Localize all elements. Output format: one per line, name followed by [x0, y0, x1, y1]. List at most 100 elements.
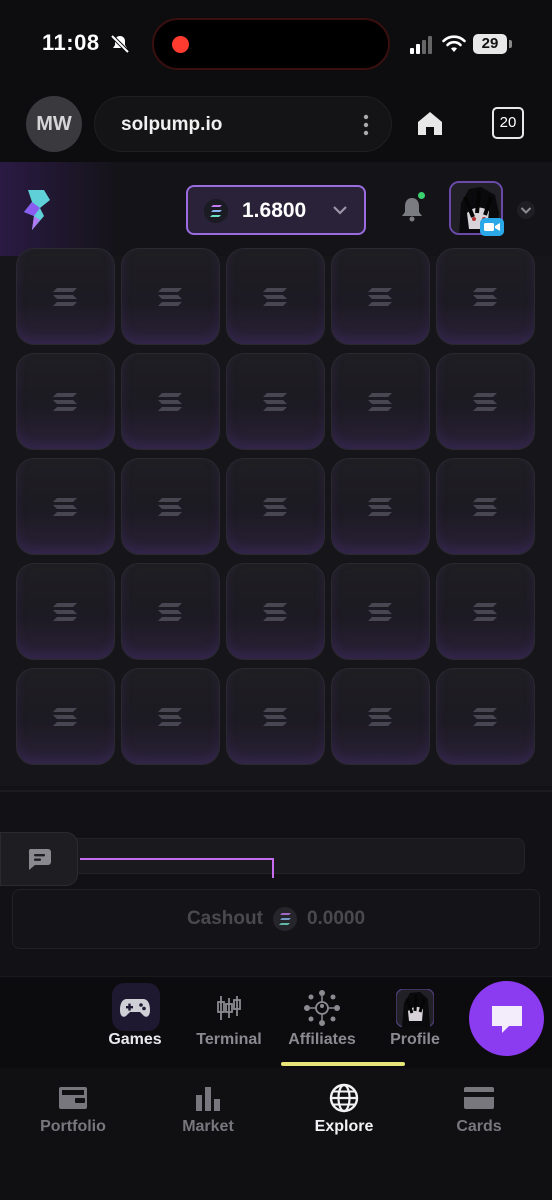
- mine-tile[interactable]: [331, 248, 430, 345]
- url-text: solpump.io: [121, 114, 223, 135]
- chat-toggle-button[interactable]: [0, 832, 78, 886]
- solana-logo-icon: [52, 707, 77, 726]
- mine-tile[interactable]: [226, 248, 325, 345]
- mine-tile[interactable]: [331, 563, 430, 660]
- app-header: 1.6800: [0, 162, 552, 256]
- solana-logo-icon: [472, 392, 497, 411]
- mines-game-board: [0, 248, 552, 786]
- wifi-icon: [442, 35, 466, 52]
- nav-affiliates-label: Affiliates: [288, 1031, 356, 1048]
- bell-muted-icon: [110, 34, 130, 54]
- bottom-nav-explore[interactable]: Explore: [284, 1078, 404, 1136]
- mine-tile[interactable]: [436, 248, 535, 345]
- account-chevron-icon[interactable]: [516, 200, 536, 220]
- cellular-signal-icon: [410, 36, 432, 54]
- mine-tile[interactable]: [121, 668, 220, 765]
- solana-logo-icon: [472, 707, 497, 726]
- solana-logo-icon: [52, 392, 77, 411]
- solpump-logo-icon[interactable]: [14, 186, 56, 234]
- tabs-count-button[interactable]: 20: [492, 107, 524, 139]
- notification-bell-icon[interactable]: [400, 196, 424, 222]
- solana-logo-icon: [472, 602, 497, 621]
- battery-tip: [509, 40, 512, 48]
- nav-terminal-label: Terminal: [196, 1031, 262, 1048]
- cashout-button[interactable]: Cashout 0.0000: [12, 889, 540, 949]
- mine-tile[interactable]: [226, 458, 325, 555]
- solana-logo-icon: [52, 287, 77, 306]
- solana-logo-icon: [367, 287, 392, 306]
- address-bar[interactable]: solpump.io: [94, 96, 392, 152]
- nav-affiliates[interactable]: Affiliates: [277, 985, 367, 1049]
- balance-selector[interactable]: 1.6800: [186, 185, 366, 235]
- progress-marker: [80, 858, 274, 878]
- chevron-down-icon: [333, 206, 347, 215]
- mine-tile[interactable]: [121, 458, 220, 555]
- mine-tile[interactable]: [331, 668, 430, 765]
- bar-chart-icon: [196, 1087, 220, 1111]
- mine-tile[interactable]: [121, 563, 220, 660]
- solana-logo-icon: [52, 497, 77, 516]
- mine-tile[interactable]: [16, 458, 115, 555]
- mine-tile[interactable]: [436, 668, 535, 765]
- mine-tile[interactable]: [436, 563, 535, 660]
- more-vertical-icon[interactable]: [363, 113, 369, 137]
- nav-games[interactable]: Games: [90, 985, 180, 1049]
- solana-logo-icon: [262, 287, 287, 306]
- mine-tile[interactable]: [331, 353, 430, 450]
- mine-tile[interactable]: [16, 353, 115, 450]
- solana-logo-icon: [157, 602, 182, 621]
- portfolio-icon: [59, 1087, 87, 1109]
- mine-tile[interactable]: [226, 668, 325, 765]
- mine-tile[interactable]: [121, 248, 220, 345]
- solana-logo-icon: [157, 392, 182, 411]
- solana-logo-icon: [367, 707, 392, 726]
- bottom-nav-market[interactable]: Market: [148, 1078, 268, 1136]
- bottom-nav-cards[interactable]: Cards: [419, 1078, 539, 1136]
- nav-profile-label: Profile: [390, 1031, 440, 1048]
- solana-logo-icon: [157, 287, 182, 306]
- avatar-icon: [396, 989, 434, 1027]
- gamepad-icon: [120, 999, 150, 1017]
- mine-tile[interactable]: [16, 563, 115, 660]
- mine-tile[interactable]: [331, 458, 430, 555]
- home-icon[interactable]: [416, 110, 444, 136]
- network-icon: [304, 990, 340, 1026]
- mine-tile[interactable]: [16, 668, 115, 765]
- mine-tile[interactable]: [16, 248, 115, 345]
- bottom-nav-bar: Portfolio Market Explore Cards: [0, 1068, 552, 1200]
- chat-message-icon: [491, 1005, 522, 1033]
- solana-logo-icon: [472, 287, 497, 306]
- cashout-label: Cashout: [186, 908, 263, 929]
- dynamic-island[interactable]: [152, 18, 390, 70]
- solana-logo-icon: [157, 497, 182, 516]
- nav-profile[interactable]: Profile: [370, 985, 460, 1049]
- nav-terminal[interactable]: Terminal: [184, 985, 274, 1049]
- solana-logo-icon: [52, 602, 77, 621]
- clock-time: 11:08: [42, 30, 100, 55]
- mine-tile[interactable]: [226, 353, 325, 450]
- mine-tile[interactable]: [436, 458, 535, 555]
- solana-logo-icon: [367, 602, 392, 621]
- cashout-amount: 0.0000: [306, 908, 366, 929]
- bottom-nav-portfolio[interactable]: Portfolio: [13, 1078, 133, 1136]
- bottom-nav-explore-label: Explore: [314, 1118, 374, 1135]
- status-bar: 11:08 29: [0, 0, 552, 90]
- balance-amount: 1.6800: [242, 199, 307, 222]
- solana-logo-icon: [262, 392, 287, 411]
- solana-logo-icon: [262, 707, 287, 726]
- active-tab-indicator: [281, 1062, 405, 1066]
- solana-coin-icon: [204, 199, 228, 223]
- browser-profile-avatar[interactable]: MW: [26, 96, 82, 152]
- mine-tile[interactable]: [226, 563, 325, 660]
- browser-bar: MW solpump.io 20: [0, 90, 552, 162]
- solana-logo-icon: [262, 602, 287, 621]
- candlestick-icon: [217, 996, 241, 1020]
- solana-logo-icon: [472, 497, 497, 516]
- chat-fab-button[interactable]: [469, 981, 544, 1056]
- battery-level: 29: [473, 34, 507, 54]
- mine-tile[interactable]: [436, 353, 535, 450]
- notification-dot: [418, 192, 425, 199]
- mine-tile[interactable]: [121, 353, 220, 450]
- card-icon: [464, 1087, 494, 1109]
- nav-games-label: Games: [108, 1031, 162, 1048]
